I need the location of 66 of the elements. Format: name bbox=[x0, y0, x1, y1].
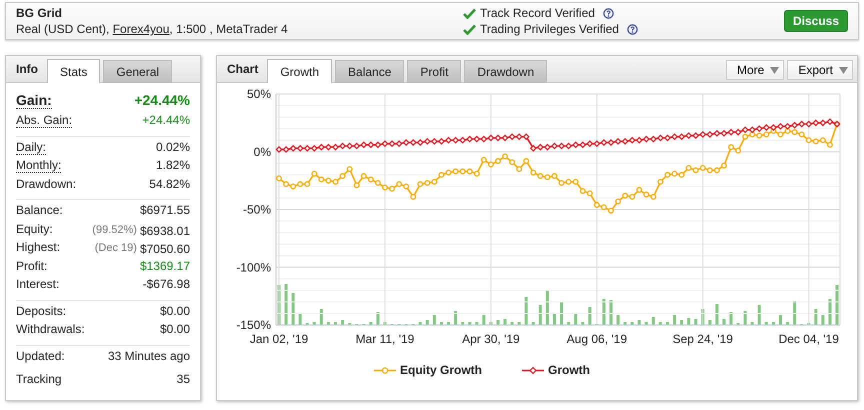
x-axis-label: Sep 24, '19 bbox=[672, 332, 733, 346]
stat-label: Updated: bbox=[16, 348, 65, 362]
stat-value: $1369.17 bbox=[140, 258, 190, 272]
tab[interactable]: General bbox=[103, 60, 172, 83]
caret-icon bbox=[839, 66, 848, 74]
dropdown-button[interactable]: Export bbox=[787, 60, 853, 80]
stat-value: 1.82% bbox=[156, 158, 190, 172]
tab[interactable]: Stats bbox=[47, 59, 100, 83]
discuss-button[interactable]: Discuss bbox=[784, 10, 848, 32]
stat-value: $6938.01 bbox=[140, 224, 190, 238]
verification-label: Track Record Verified bbox=[480, 6, 595, 20]
stat-label: Profit: bbox=[16, 258, 48, 272]
stat-value: +24.44% bbox=[142, 113, 190, 127]
stat-label: Daily: bbox=[16, 140, 46, 155]
tab[interactable]: Growth bbox=[267, 59, 332, 83]
tab[interactable]: Drawdown bbox=[464, 60, 548, 83]
stat-value: $0.00 bbox=[160, 304, 190, 318]
x-axis-label: Dec 04, '19 bbox=[778, 332, 839, 346]
legend-label[interactable]: Growth bbox=[548, 363, 590, 377]
stat-label: Equity: bbox=[16, 222, 53, 236]
y-axis-label: -150% bbox=[236, 318, 271, 332]
dropdown-button[interactable]: More bbox=[726, 60, 784, 80]
panel-heading: Info bbox=[15, 62, 39, 78]
stat-value: 33 Minutes ago bbox=[108, 348, 190, 362]
diamond-marker-icon bbox=[522, 366, 544, 374]
stat-value: -$676.98 bbox=[142, 277, 190, 291]
stat-value: $7050.60 bbox=[140, 242, 190, 256]
tab[interactable]: Balance bbox=[335, 60, 404, 83]
help-icon[interactable] bbox=[626, 24, 638, 34]
stat-label: Withdrawals: bbox=[16, 322, 85, 336]
stat-value: +24.44% bbox=[134, 92, 190, 108]
y-axis-label: 0% bbox=[254, 144, 271, 159]
circle-marker-icon bbox=[374, 366, 396, 374]
broker-link[interactable]: Forex4you bbox=[112, 22, 170, 36]
caret-icon bbox=[770, 66, 780, 74]
y-axis-label: -50% bbox=[242, 202, 271, 216]
stat-label: Monthly: bbox=[16, 159, 62, 174]
x-axis-label: Apr 30, '19 bbox=[462, 332, 520, 346]
account-title: BG Grid bbox=[16, 6, 64, 20]
stat-value: $0.00 bbox=[160, 322, 190, 336]
stat-value: $6971.55 bbox=[140, 203, 190, 217]
stat-label: Gain: bbox=[16, 93, 52, 110]
stat-label: Abs. Gain: bbox=[16, 114, 72, 128]
stat-value: 54.82% bbox=[149, 176, 190, 190]
legend-label[interactable]: Equity Growth bbox=[400, 363, 482, 377]
stat-label: Highest: bbox=[16, 240, 60, 254]
account-type: Real (USD Cent), bbox=[16, 22, 110, 36]
verification-label: Trading Privileges Verified bbox=[480, 22, 619, 36]
tab[interactable]: Profit bbox=[407, 60, 462, 83]
x-axis-label: Aug 06, '19 bbox=[566, 332, 628, 346]
stat-label: Deposits: bbox=[16, 304, 66, 318]
stat-label: Drawdown: bbox=[16, 176, 76, 190]
stat-value: 35 bbox=[176, 372, 190, 386]
stat-note: (Dec 19) bbox=[94, 242, 137, 256]
panel-heading: Chart bbox=[226, 62, 260, 78]
stat-label: Balance: bbox=[16, 203, 63, 217]
stat-value: 0.02% bbox=[156, 140, 190, 154]
stat-note: (99.52%) bbox=[92, 224, 137, 238]
stat-label: Tracking bbox=[16, 372, 62, 386]
y-axis-label: -100% bbox=[236, 260, 271, 274]
help-icon[interactable] bbox=[602, 8, 614, 18]
x-axis-label: Mar 11, '19 bbox=[356, 332, 414, 346]
account-details: , 1:500 , MetaTrader 4 bbox=[169, 22, 288, 36]
x-axis-label: Jan 02, '19 bbox=[250, 332, 308, 346]
stat-label: Interest: bbox=[16, 277, 60, 291]
y-axis-label: 50% bbox=[246, 87, 271, 101]
